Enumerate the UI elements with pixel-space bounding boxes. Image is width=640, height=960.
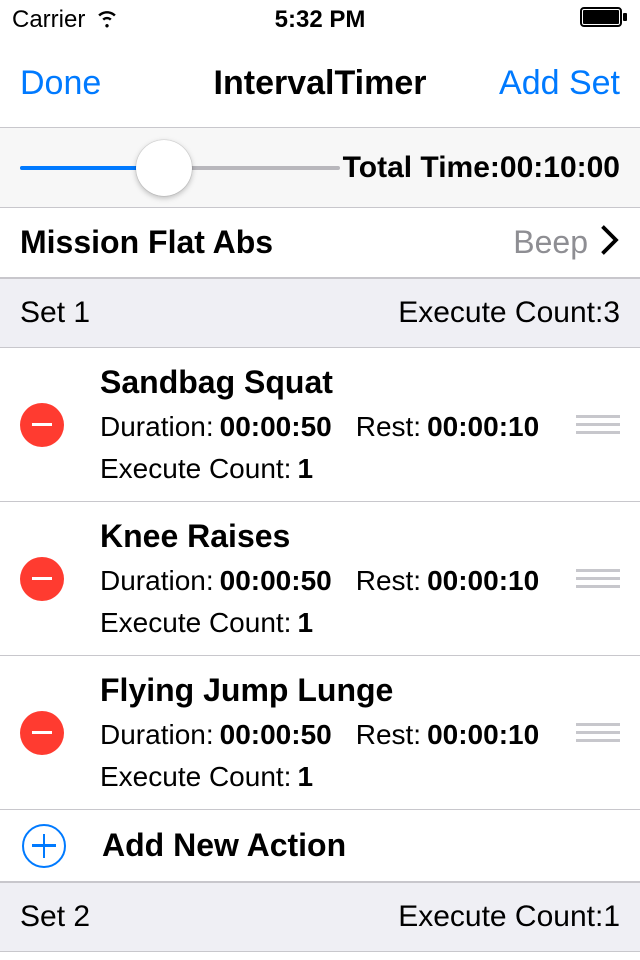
action-body: Sandbag Squat Duration:00:00:50 Rest:00:… — [100, 364, 560, 485]
action-row[interactable]: Sandbag Squat Duration:00:00:50 Rest:00:… — [0, 348, 640, 502]
reorder-handle-icon[interactable] — [576, 723, 620, 742]
mission-row[interactable]: Mission Flat Abs Beep — [0, 208, 640, 278]
wifi-icon — [93, 3, 121, 38]
mission-sound-value: Beep — [513, 224, 588, 261]
chevron-right-icon — [600, 225, 620, 260]
add-action-label: Add New Action — [102, 827, 346, 864]
delete-action-button[interactable] — [20, 711, 64, 755]
delete-action-button[interactable] — [20, 403, 64, 447]
nav-bar: Done IntervalTimer Add Set — [0, 40, 640, 128]
action-name: Sandbag Squat — [100, 364, 560, 401]
action-row[interactable]: Knee Raises Duration:00:00:50 Rest:00:00… — [0, 502, 640, 656]
add-set-button[interactable]: Add Set — [499, 64, 620, 103]
minus-icon — [32, 731, 52, 734]
set-title: Set 1 — [20, 296, 90, 330]
mission-title: Mission Flat Abs — [20, 224, 513, 261]
minus-icon — [32, 577, 52, 580]
total-time-slider[interactable] — [20, 166, 340, 170]
battery-icon — [580, 6, 628, 34]
slider-row: Total Time:00:10:00 — [0, 128, 640, 208]
status-time: 5:32 PM — [275, 6, 366, 34]
page-title: IntervalTimer — [214, 64, 427, 103]
set-header: Set 2 Execute Count:1 — [0, 882, 640, 952]
status-bar: Carrier 5:32 PM — [0, 0, 640, 40]
carrier-label: Carrier — [12, 6, 85, 34]
add-action-row[interactable]: Add New Action — [0, 810, 640, 882]
action-body: Knee Raises Duration:00:00:50 Rest:00:00… — [100, 518, 560, 639]
slider-thumb[interactable] — [136, 140, 192, 196]
total-time-label: Total Time:00:10:00 — [340, 151, 620, 185]
action-name: Knee Raises — [100, 518, 560, 555]
set-execute-count: Execute Count:3 — [398, 296, 620, 330]
status-left: Carrier — [12, 3, 121, 38]
set-title: Set 2 — [20, 900, 90, 934]
done-button[interactable]: Done — [20, 64, 101, 103]
action-name: Flying Jump Lunge — [100, 672, 560, 709]
reorder-handle-icon[interactable] — [576, 569, 620, 588]
delete-action-button[interactable] — [20, 557, 64, 601]
set-header: Set 1 Execute Count:3 — [0, 278, 640, 348]
reorder-handle-icon[interactable] — [576, 415, 620, 434]
minus-icon — [32, 423, 52, 426]
set-execute-count: Execute Count:1 — [398, 900, 620, 934]
action-body: Flying Jump Lunge Duration:00:00:50 Rest… — [100, 672, 560, 793]
action-row[interactable]: Flying Jump Lunge Duration:00:00:50 Rest… — [0, 656, 640, 810]
add-icon[interactable] — [22, 824, 66, 868]
